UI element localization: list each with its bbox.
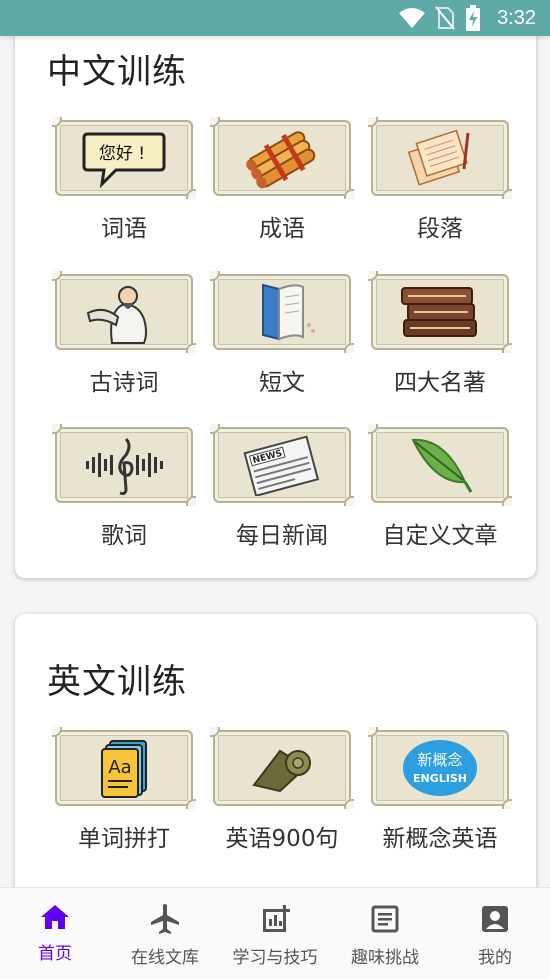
tile-label: 四大名著 (394, 370, 486, 396)
bottom-navigation: 首页 在线文库 学习与技巧 趣味挑战 我的 (0, 887, 550, 979)
tile-label: 歌词 (101, 523, 147, 549)
tile-xin-gai-nian-ying-yu[interactable]: 新概念 ENGLISH 新概念英语 (368, 727, 512, 853)
nav-online-library[interactable]: 在线文库 (110, 888, 220, 979)
tile-label: 单词拼打 (78, 826, 170, 852)
tile-frame (368, 271, 512, 353)
tile-frame: NEWS (210, 424, 354, 506)
svg-text:您好 !: 您好 ! (99, 144, 145, 164)
tile-ying-yu-900-ju[interactable]: 英语900句 (210, 727, 354, 853)
tile-label: 英语900句 (225, 826, 339, 852)
tile-label: 自定义文章 (382, 523, 498, 549)
status-time: 3:32 (497, 6, 536, 29)
english-training-card: 英文训练 Aa 单词拼打 英语900句 新概念 ENGLISH 新概念英语 (15, 614, 536, 934)
tile-duan-wen[interactable]: 短文 (210, 271, 354, 397)
account-box-icon (482, 906, 508, 932)
tile-frame (210, 271, 354, 353)
tile-cheng-yu[interactable]: 成语 (210, 117, 354, 243)
tile-frame (52, 271, 196, 353)
stats-add-icon (263, 905, 290, 932)
svg-text:新概念: 新概念 (417, 751, 462, 769)
tile-duan-luo[interactable]: 段落 (368, 117, 512, 243)
chinese-training-card: 中文训练 您好 ! 词语 成语 段落 古诗词 短文 四大名著 歌词 NEWS 每… (15, 20, 536, 578)
tile-mei-ri-xin-wen[interactable]: NEWS 每日新闻 (210, 424, 354, 550)
rolled-scroll-icon (252, 749, 311, 793)
tile-frame (210, 117, 354, 199)
tile-gu-shi-ci[interactable]: 古诗词 (52, 271, 196, 397)
tile-label: 新概念英语 (382, 826, 498, 852)
nav-fun-challenge[interactable]: 趣味挑战 (330, 888, 440, 979)
tile-frame: 您好 ! (52, 117, 196, 199)
status-bar: 3:32 (0, 0, 550, 36)
article-icon (371, 905, 399, 933)
nav-label: 首页 (38, 944, 72, 964)
tile-frame (368, 424, 512, 506)
svg-text:ENGLISH: ENGLISH (413, 772, 467, 785)
tile-zi-ding-yi-wen-zhang[interactable]: 自定义文章 (368, 424, 512, 550)
tile-label: 短文 (259, 370, 305, 396)
tile-label: 词语 (101, 216, 147, 242)
nav-study-tips[interactable]: 学习与技巧 (220, 888, 330, 979)
nav-home[interactable]: 首页 (0, 888, 110, 979)
tile-label: 每日新闻 (236, 523, 328, 549)
scholar-icon (86, 286, 147, 344)
tile-ci-yu[interactable]: 您好 ! 词语 (52, 117, 196, 243)
svg-text:Aa: Aa (108, 757, 131, 778)
section-title: 中文训练 (47, 52, 187, 92)
wifi-icon (399, 8, 426, 28)
battery-charging-icon (466, 5, 481, 31)
tile-frame: Aa (52, 727, 196, 809)
home-icon (41, 905, 69, 929)
nav-label: 学习与技巧 (232, 948, 318, 968)
scroll-bundle-icon (246, 131, 316, 189)
tile-label: 成语 (259, 216, 305, 242)
no-sim-icon (435, 6, 455, 30)
tile-frame (210, 727, 354, 809)
open-book-icon (262, 283, 315, 341)
paper-pen-icon (407, 129, 470, 186)
dictionary-icon: Aa (101, 740, 147, 798)
nav-label: 我的 (478, 948, 512, 968)
music-note-icon (86, 437, 163, 495)
tile-frame: 新概念 ENGLISH (368, 727, 512, 809)
speech-bubble-icon: 您好 ! (82, 132, 166, 188)
newspaper-icon: NEWS (243, 435, 320, 496)
tile-ge-ci[interactable]: 歌词 (52, 424, 196, 550)
leaf-icon (411, 438, 473, 493)
tile-label: 古诗词 (89, 370, 159, 396)
tile-frame (368, 117, 512, 199)
tile-label: 段落 (417, 216, 463, 242)
airplane-icon (151, 904, 179, 934)
tile-dan-ci-pin-da[interactable]: Aa 单词拼打 (52, 727, 196, 853)
nav-label: 趣味挑战 (351, 948, 419, 968)
nav-label: 在线文库 (131, 948, 199, 968)
tile-si-da-ming-zhu[interactable]: 四大名著 (368, 271, 512, 397)
book-stack-icon (401, 287, 477, 337)
section-title: 英文训练 (47, 662, 187, 702)
new-concept-badge-icon: 新概念 ENGLISH (403, 740, 477, 796)
tile-frame (52, 424, 196, 506)
nav-mine[interactable]: 我的 (440, 888, 550, 979)
